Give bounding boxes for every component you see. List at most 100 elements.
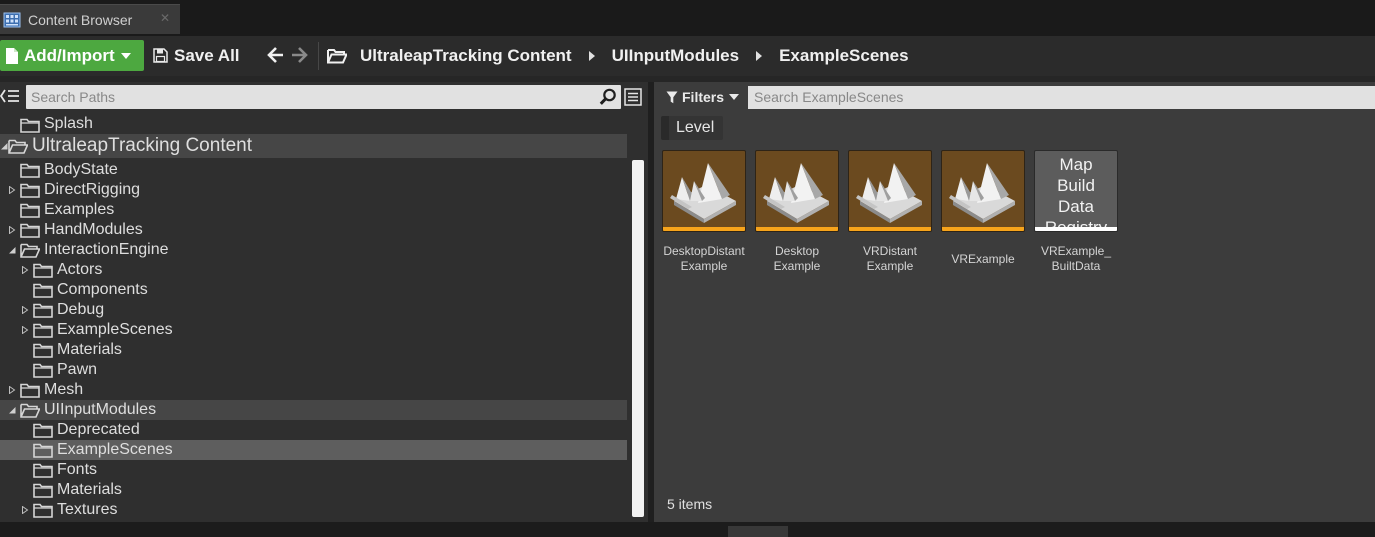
tree-item-directrigging[interactable]: DirectRigging (0, 180, 627, 200)
folder-icon (33, 342, 53, 358)
tab-content-browser[interactable]: Content Browser ✕ (0, 4, 180, 34)
folder-icon (33, 462, 53, 478)
folder-icon (20, 117, 40, 133)
tree-item-label: Examples (44, 201, 115, 218)
tree-item-label: Mesh (44, 381, 84, 398)
folder-open-icon (20, 402, 40, 418)
tree-item-interactionengine[interactable]: InteractionEngine (0, 240, 627, 260)
tree-item-bodystate[interactable]: BodyState (0, 160, 627, 180)
search-assets-input[interactable]: Search ExampleScenes (748, 86, 1375, 109)
forward-arrow-icon[interactable] (290, 46, 308, 64)
tree-scrollbar-thumb[interactable] (632, 160, 644, 517)
collapsed-arrow-icon[interactable] (8, 226, 16, 234)
asset-tile[interactable]: DesktopDistant Example (662, 150, 746, 280)
collapse-sources-icon[interactable] (0, 87, 20, 105)
asset-tile[interactable]: Desktop Example (755, 150, 839, 280)
chevron-down-icon (120, 52, 131, 59)
filter-icon (666, 91, 678, 103)
level-filter-label: Level (676, 119, 715, 136)
asset-tile[interactable]: VRDistant Example (848, 150, 932, 280)
folder-icon (20, 182, 40, 198)
folder-icon (33, 482, 53, 498)
breadcrumb-item[interactable]: UltraleapTracking Content (360, 46, 572, 66)
filters-button[interactable]: Filters (666, 88, 740, 106)
tree-item-label: ExampleScenes (57, 321, 173, 338)
tree-item-deprecated[interactable]: Deprecated (0, 420, 627, 440)
level-map-icon (947, 157, 1019, 225)
tree-item-actors[interactable]: Actors (0, 260, 627, 280)
expanded-arrow-icon[interactable] (8, 246, 16, 254)
folder-icon (20, 202, 40, 218)
new-document-icon (6, 47, 18, 64)
chevron-right-icon[interactable] (588, 50, 595, 61)
tree-item-textures[interactable]: Textures (0, 500, 627, 520)
status-bar (0, 522, 1375, 537)
save-all-label: Save All (174, 45, 240, 65)
tree-item-examples[interactable]: Examples (0, 200, 627, 220)
folder-icon (33, 282, 53, 298)
tree-item-label: UIInputModules (44, 401, 157, 418)
folder-icon (20, 382, 40, 398)
tree-item-fonts[interactable]: Fonts (0, 460, 627, 480)
tree-item-ultraleap-content[interactable]: UltraleapTracking Content (0, 134, 627, 158)
tree-item-materials-ui[interactable]: Materials (0, 480, 627, 500)
collapsed-arrow-icon[interactable] (21, 506, 29, 514)
asset-name: VRDistant Example (862, 244, 918, 273)
folder-icon (33, 322, 53, 338)
tree-item-label: Components (57, 281, 148, 298)
collapsed-arrow-icon[interactable] (21, 266, 29, 274)
tree-item-label: Materials (57, 341, 122, 358)
collapsed-arrow-icon[interactable] (8, 186, 16, 194)
tree-item-label: Deprecated (57, 421, 140, 438)
tree-item-label: Splash (44, 115, 93, 132)
tree-item-components[interactable]: Components (0, 280, 627, 300)
tree-item-splash[interactable]: Splash (0, 114, 627, 134)
search-paths-placeholder: Search Paths (31, 89, 116, 105)
level-filter-chip[interactable]: Level (661, 116, 723, 140)
folder-icon (33, 442, 53, 458)
collapsed-arrow-icon[interactable] (21, 306, 29, 314)
tree-item-label: Debug (57, 301, 105, 318)
tree-item-uiinputmodules[interactable]: UIInputModules (0, 400, 627, 420)
resize-grip[interactable] (728, 526, 788, 537)
save-all-button[interactable]: Save All (153, 40, 240, 71)
tree-item-materials-ie[interactable]: Materials (0, 340, 627, 360)
back-arrow-icon[interactable] (267, 46, 285, 64)
tree-item-handmodules[interactable]: HandModules (0, 220, 627, 240)
map-build-data-thumbnail: Map Build Data Registry (1034, 150, 1118, 232)
folder-icon (20, 222, 40, 238)
tab-title: Content Browser (28, 11, 133, 28)
search-paths-input[interactable]: Search Paths (26, 85, 621, 109)
tree-item-pawn[interactable]: Pawn (0, 360, 627, 380)
collapsed-arrow-icon[interactable] (21, 326, 29, 334)
asset-tile[interactable]: VRExample (941, 150, 1025, 280)
expanded-arrow-icon[interactable] (8, 406, 16, 414)
asset-view-panel: Filters Search ExampleScenes Level Deskt… (654, 82, 1375, 522)
tree-item-examplescenes-ie[interactable]: ExampleScenes (0, 320, 627, 340)
items-count: 5 items (667, 496, 713, 512)
asset-name: Desktop Example (773, 244, 821, 273)
filters-label: Filters (682, 89, 725, 105)
tree-item-debug[interactable]: Debug (0, 300, 627, 320)
folder-icon (33, 502, 53, 518)
tree-item-mesh[interactable]: Mesh (0, 380, 627, 400)
tree-item-label: Fonts (57, 461, 98, 478)
level-map-icon (668, 157, 740, 225)
search-icon[interactable] (599, 88, 617, 106)
tree-item-label: Pawn (57, 361, 98, 378)
tree-item-label: BodyState (44, 161, 118, 178)
tree-item-label: ExampleScenes (57, 441, 173, 458)
close-icon[interactable]: ✕ (160, 11, 170, 25)
view-options-icon[interactable] (624, 88, 642, 106)
chevron-right-icon[interactable] (756, 50, 763, 61)
breadcrumb-item[interactable]: ExampleScenes (779, 46, 908, 66)
level-map-icon (761, 157, 833, 225)
collapsed-arrow-icon[interactable] (8, 386, 16, 394)
asset-tile[interactable]: Map Build Data Registry VRExample_ BuiltD… (1034, 150, 1118, 280)
tab-bar: Content Browser ✕ (0, 0, 1375, 36)
add-import-label: Add/Import (24, 45, 115, 65)
expanded-arrow-icon[interactable] (0, 142, 8, 150)
tree-item-examplescenes-selected[interactable]: ExampleScenes (0, 440, 627, 460)
add-import-button[interactable]: Add/Import (0, 40, 144, 71)
breadcrumb-item[interactable]: UIInputModules (612, 46, 739, 66)
